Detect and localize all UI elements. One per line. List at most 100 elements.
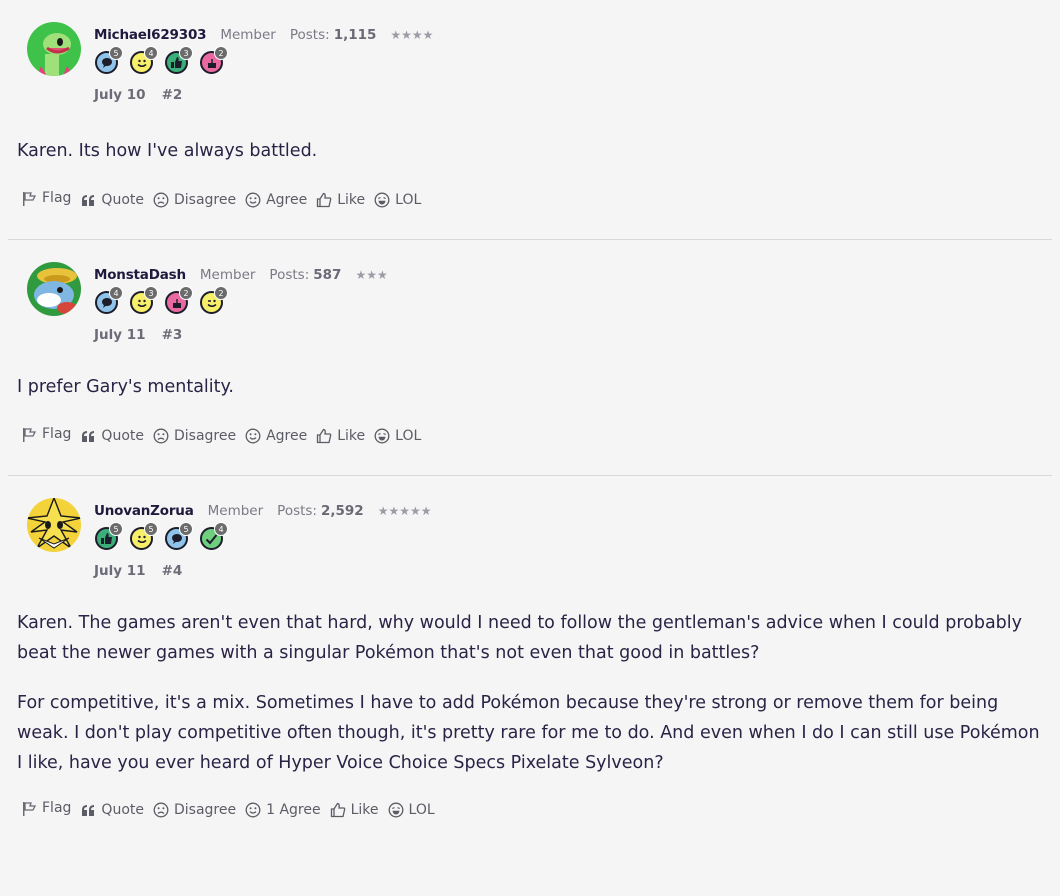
badge-count: 5 xyxy=(109,46,123,60)
lol-label: LOL xyxy=(395,192,422,208)
disagree-button[interactable]: Disagree xyxy=(153,802,236,818)
agree-button[interactable]: Agree xyxy=(245,192,307,208)
quote-button[interactable]: Quote xyxy=(81,802,144,818)
avatar[interactable] xyxy=(27,22,81,76)
user-role: Member xyxy=(220,27,276,43)
posts-label: Posts: xyxy=(269,267,310,283)
post-3: MonstaDash Member Posts: 587 ★★★ 4 3 2 2… xyxy=(0,258,1060,448)
user-info: UnovanZorua Member Posts: 2,592 ★★★★★ xyxy=(94,503,431,519)
badge-count: 5 xyxy=(179,522,193,536)
quote-icon xyxy=(81,430,96,443)
agree-button[interactable]: 1 Agree xyxy=(245,802,321,818)
badge-count: 5 xyxy=(109,522,123,536)
badge[interactable]: 5 xyxy=(94,46,123,74)
disagree-button[interactable]: Disagree xyxy=(153,192,236,208)
post-header: Michael629303 Member Posts: 1,115 ★★★★ 5… xyxy=(17,0,1060,104)
badge-count: 3 xyxy=(144,286,158,300)
smile-icon xyxy=(245,192,261,208)
post-meta: July 11 #3 xyxy=(94,327,182,343)
post-2: Michael629303 Member Posts: 1,115 ★★★★ 5… xyxy=(0,0,1060,212)
post-date[interactable]: July 10 xyxy=(94,87,146,103)
thumbs-up-icon xyxy=(316,428,332,444)
post-meta: July 11 #4 xyxy=(94,563,182,579)
flag-icon xyxy=(22,801,37,816)
badge-count: 2 xyxy=(214,46,228,60)
post-number[interactable]: #2 xyxy=(162,87,183,103)
post-paragraph: Karen. The games aren't even that hard, … xyxy=(17,613,1023,663)
lol-button[interactable]: LOL xyxy=(388,802,435,818)
flag-icon xyxy=(22,191,37,206)
disagree-label: Disagree xyxy=(173,802,237,818)
badge[interactable]: 4 xyxy=(129,46,158,74)
badge-count: 4 xyxy=(109,286,123,300)
like-button[interactable]: Like xyxy=(316,192,365,208)
lol-button[interactable]: LOL xyxy=(374,192,421,208)
disagree-label: Disagree xyxy=(173,428,237,444)
like-button[interactable]: Like xyxy=(330,802,379,818)
user-info: Michael629303 Member Posts: 1,115 ★★★★ xyxy=(94,27,433,43)
agree-button[interactable]: Agree xyxy=(245,428,307,444)
badge-count: 5 xyxy=(144,522,158,536)
quote-label: Quote xyxy=(101,428,144,444)
post-body: Karen. Its how I've always battled. xyxy=(17,104,1060,166)
posts-label: Posts: xyxy=(277,503,317,519)
username[interactable]: Michael629303 xyxy=(94,27,207,43)
post-meta: July 10 #2 xyxy=(94,87,182,103)
badge-list: 4 3 2 2 xyxy=(94,286,228,314)
post-actions: Flag Quote Disagree 1 Agree Like LOL xyxy=(17,798,1060,822)
badge[interactable]: 4 xyxy=(94,286,123,314)
post-number[interactable]: #3 xyxy=(162,327,183,343)
user-role: Member xyxy=(199,267,256,283)
frown-icon xyxy=(153,428,169,444)
badge[interactable]: 3 xyxy=(129,286,158,314)
badge-count: 4 xyxy=(214,522,228,536)
post-paragraph: I prefer Gary's mentality. xyxy=(17,377,234,397)
flag-button[interactable]: Flag xyxy=(22,426,71,442)
badge[interactable]: 5 xyxy=(94,522,123,550)
thumbs-up-icon xyxy=(330,802,346,818)
post-header: UnovanZorua Member Posts: 2,592 ★★★★★ 5 … xyxy=(17,476,1060,580)
flag-button[interactable]: Flag xyxy=(22,800,71,816)
post-paragraph: Karen. Its how I've always battled. xyxy=(17,141,318,161)
disagree-button[interactable]: Disagree xyxy=(153,428,236,444)
post-body: I prefer Gary's mentality. xyxy=(17,344,1060,402)
post-number[interactable]: #4 xyxy=(162,563,183,579)
quote-label: Quote xyxy=(101,192,144,208)
username[interactable]: UnovanZorua xyxy=(94,503,194,519)
quote-button[interactable]: Quote xyxy=(81,192,144,208)
badge[interactable]: 3 xyxy=(164,46,193,74)
frown-icon xyxy=(153,802,169,818)
laugh-icon xyxy=(374,192,390,208)
quote-icon xyxy=(81,804,96,817)
rank-stars: ★★★★ xyxy=(390,28,434,42)
avatar[interactable] xyxy=(27,262,81,316)
rank-stars: ★★★★★ xyxy=(377,504,432,518)
flag-label: Flag xyxy=(42,190,72,206)
badge[interactable]: 5 xyxy=(129,522,158,550)
post-date[interactable]: July 11 xyxy=(94,327,146,343)
badge[interactable]: 2 xyxy=(164,286,193,314)
like-label: Like xyxy=(337,428,366,444)
badge-list: 5 5 5 4 xyxy=(94,522,228,550)
post-date[interactable]: July 11 xyxy=(94,563,146,579)
flag-label: Flag xyxy=(42,800,72,816)
badge[interactable]: 4 xyxy=(199,522,228,550)
avatar[interactable] xyxy=(27,498,81,552)
username[interactable]: MonstaDash xyxy=(94,267,186,283)
laugh-icon xyxy=(374,428,390,444)
smile-icon xyxy=(245,802,261,818)
badge[interactable]: 5 xyxy=(164,522,193,550)
flag-button[interactable]: Flag xyxy=(22,190,71,206)
like-button[interactable]: Like xyxy=(316,428,365,444)
agree-label: Agree xyxy=(266,192,308,208)
badge[interactable]: 2 xyxy=(199,286,228,314)
quote-button[interactable]: Quote xyxy=(81,428,144,444)
post-paragraph: For competitive, it's a mix. Sometimes I… xyxy=(17,693,1040,773)
lol-label: LOL xyxy=(395,428,422,444)
badge[interactable]: 2 xyxy=(199,46,228,74)
quote-icon xyxy=(81,194,96,207)
posts-count: 2,592 xyxy=(320,503,364,519)
lol-button[interactable]: LOL xyxy=(374,428,421,444)
badge-count: 2 xyxy=(214,286,228,300)
post-header: MonstaDash Member Posts: 587 ★★★ 4 3 2 2… xyxy=(17,240,1060,344)
